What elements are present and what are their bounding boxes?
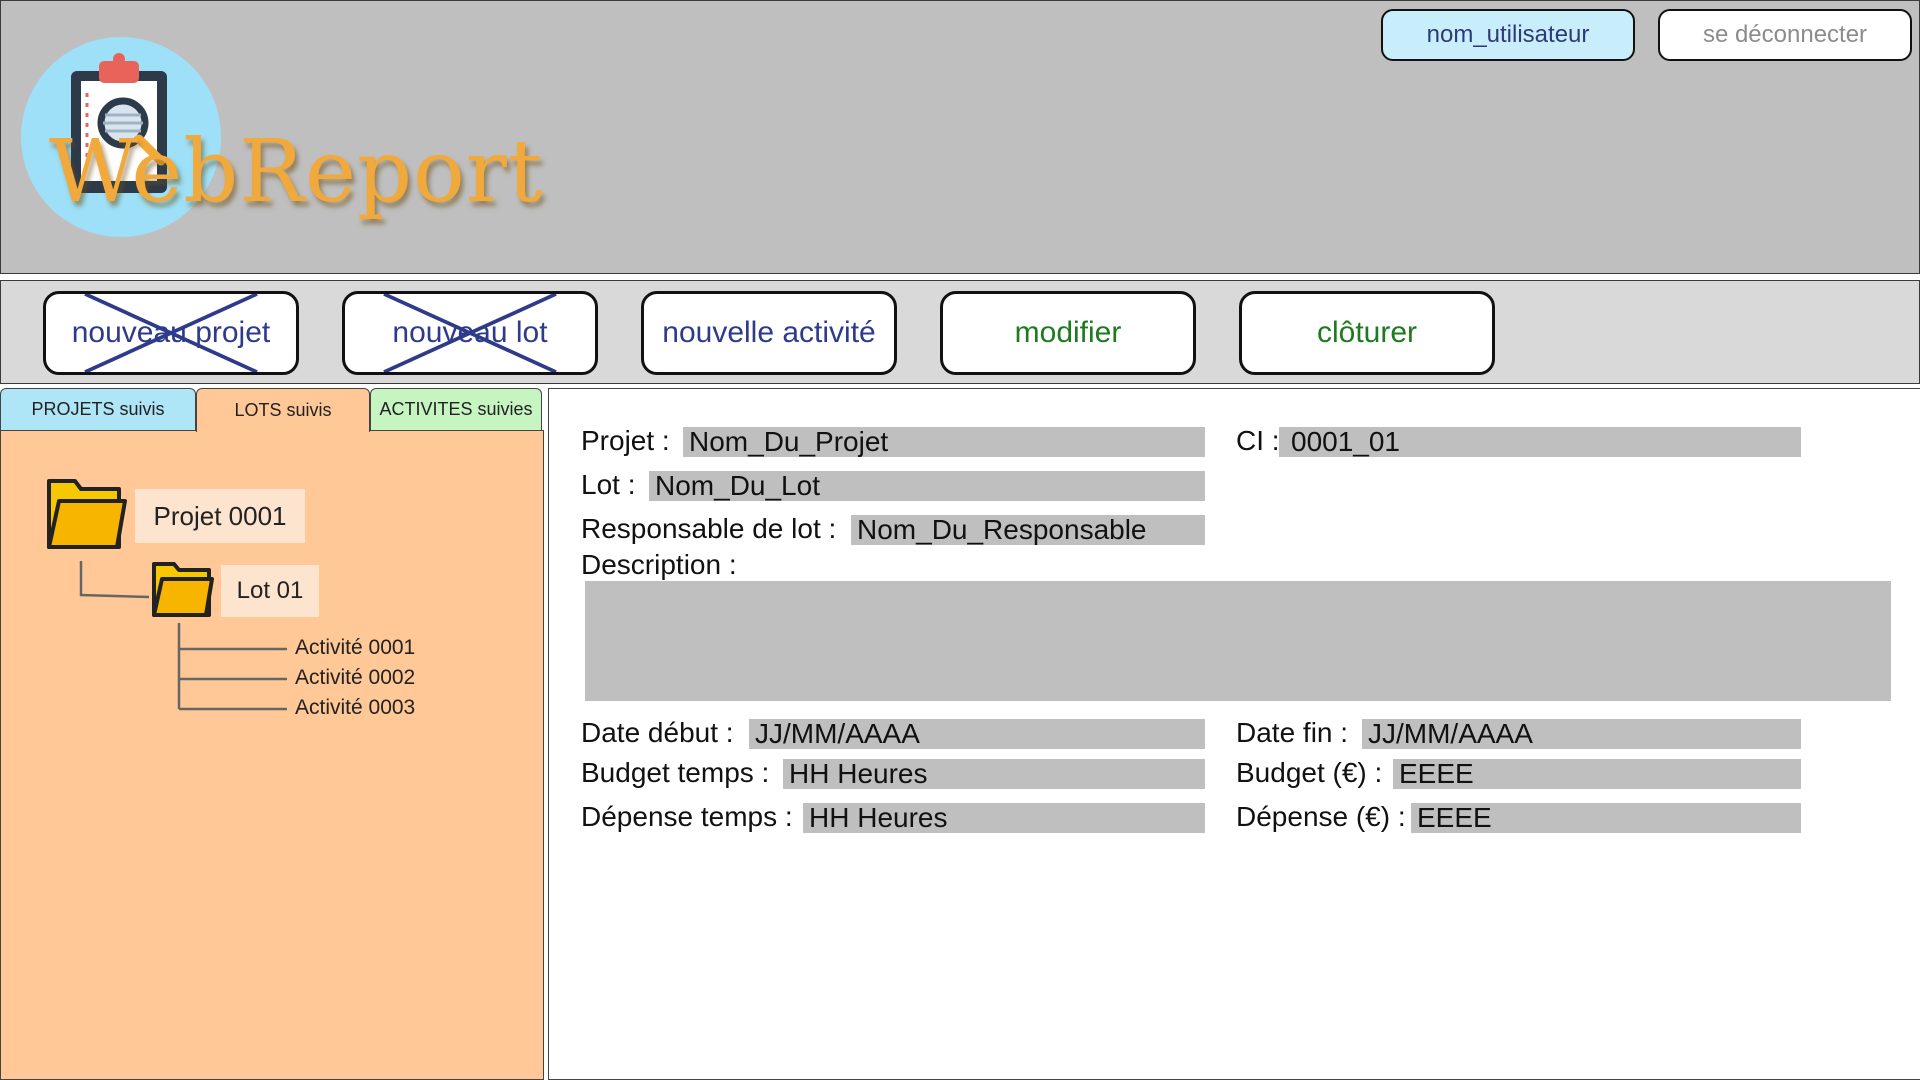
app-logo-text: WebReport xyxy=(49,122,544,222)
lot-details-panel: Projet : Nom_Du_Projet CI : 0001_01 Lot … xyxy=(548,388,1920,1080)
budget-temps-label: Budget temps : xyxy=(581,757,770,788)
logout-button[interactable]: se déconnecter xyxy=(1658,9,1912,61)
ci-value: 0001_01 xyxy=(1279,427,1801,457)
budget-euro-label: Budget (€) : xyxy=(1236,757,1383,788)
tracking-panel: PROJETS suivis LOTS suivis ACTIVITES sui… xyxy=(0,388,544,1080)
ci-label: CI : xyxy=(1236,425,1280,456)
project-folder-icon[interactable] xyxy=(45,475,129,555)
date-fin-value: JJ/MM/AAAA xyxy=(1362,719,1801,749)
responsable-value: Nom_Du_Responsable xyxy=(851,515,1205,545)
depense-euro-label: Dépense (€) : xyxy=(1236,801,1406,832)
depense-temps-value: HH Heures xyxy=(803,803,1205,833)
description-value xyxy=(585,581,1891,701)
new-project-button[interactable]: nouveau projet xyxy=(43,291,299,375)
tree-activity-item[interactable]: Activité 0001 xyxy=(295,636,415,660)
projet-label: Projet : xyxy=(581,425,670,456)
budget-euro-value: EEEE xyxy=(1393,759,1801,789)
tree-view: Projet 0001 Lot 01 Activité 0001 Activit… xyxy=(0,430,544,1080)
modify-button[interactable]: modifier xyxy=(940,291,1196,375)
date-debut-label: Date début : xyxy=(581,717,734,748)
close-button[interactable]: clôturer xyxy=(1239,291,1495,375)
app-header: WebReport nom_utilisateur se déconnecter xyxy=(0,0,1920,274)
tab-projects[interactable]: PROJETS suivis xyxy=(0,388,196,430)
new-lot-label: nouveau lot xyxy=(392,316,548,349)
depense-euro-value: EEEE xyxy=(1411,803,1801,833)
date-fin-label: Date fin : xyxy=(1236,717,1349,748)
tree-project-item[interactable]: Projet 0001 xyxy=(135,489,305,543)
budget-temps-value: HH Heures xyxy=(783,759,1205,789)
tab-activities[interactable]: ACTIVITES suivies xyxy=(370,388,542,430)
lot-folder-icon[interactable] xyxy=(151,559,215,621)
lot-value: Nom_Du_Lot xyxy=(649,471,1205,501)
new-activity-button[interactable]: nouvelle activité xyxy=(641,291,897,375)
tab-lots[interactable]: LOTS suivis xyxy=(196,388,370,432)
description-label: Description : xyxy=(581,549,737,580)
user-button[interactable]: nom_utilisateur xyxy=(1381,9,1635,61)
responsable-label: Responsable de lot : xyxy=(581,513,837,544)
new-lot-button[interactable]: nouveau lot xyxy=(342,291,598,375)
depense-temps-label: Dépense temps : xyxy=(581,801,793,832)
projet-value: Nom_Du_Projet xyxy=(683,427,1205,457)
new-project-label: nouveau projet xyxy=(71,316,271,349)
lot-label: Lot : xyxy=(581,469,636,500)
action-toolbar: nouveau projet nouveau lot nouvelle acti… xyxy=(0,280,1920,384)
tree-activity-item[interactable]: Activité 0002 xyxy=(295,666,415,690)
tree-activity-item[interactable]: Activité 0003 xyxy=(295,696,415,720)
date-debut-value: JJ/MM/AAAA xyxy=(749,719,1205,749)
tree-lot-item[interactable]: Lot 01 xyxy=(221,565,319,617)
